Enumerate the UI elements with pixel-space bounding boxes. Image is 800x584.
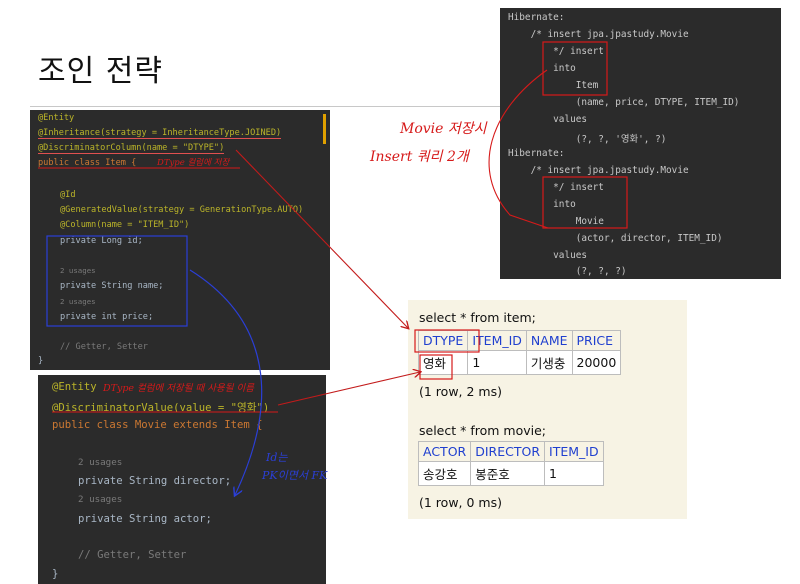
- insert-bracket: [488, 69, 549, 229]
- insert-item-highlight: [542, 41, 608, 96]
- dtype-value-arrow: [277, 372, 420, 406]
- annotation-overlay: [38, 41, 628, 584]
- dtype-header-highlight: [414, 329, 480, 353]
- fields-highlight-box: [46, 235, 188, 327]
- dtype-column-arrow: [235, 149, 408, 328]
- inherit-fields-arrow: [189, 269, 263, 495]
- insert-movie-highlight: [542, 176, 628, 229]
- dtype-value-highlight: [419, 354, 453, 380]
